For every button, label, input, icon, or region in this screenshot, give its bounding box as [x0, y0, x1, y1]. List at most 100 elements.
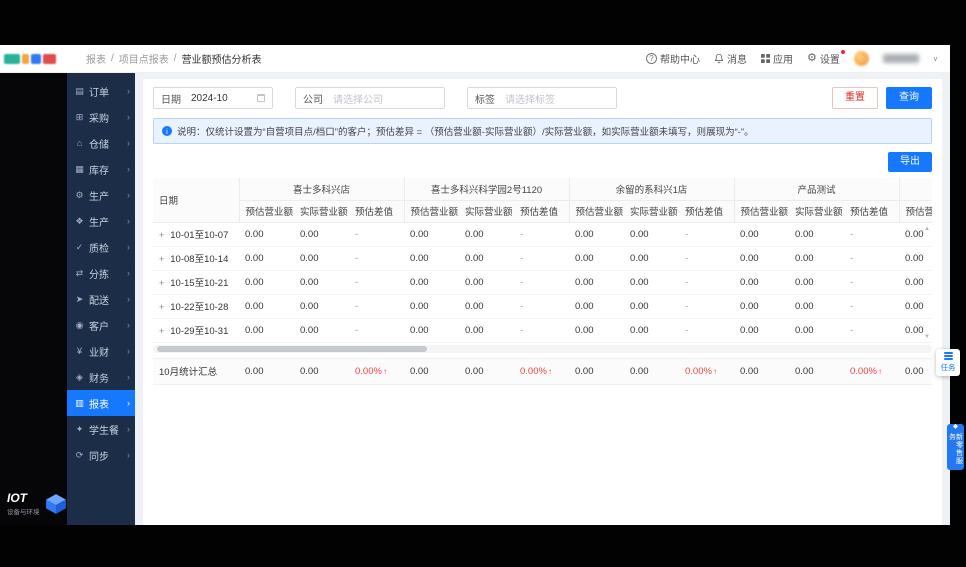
value-cell: 0.00: [734, 357, 789, 385]
settings-button[interactable]: ⚙ 设置: [807, 50, 845, 66]
date-filter-value: 2024-10: [191, 92, 228, 104]
horizontal-scrollbar[interactable]: [153, 344, 932, 353]
scroll-down-hint-icon[interactable]: ▼: [924, 334, 930, 340]
row-date-cell[interactable]: +10-29至10-31: [153, 318, 239, 343]
notice-banner: i 说明：仅统计设置为“自营项目点/档口”的客户；预估差异 = （预估营业额-实…: [153, 118, 932, 144]
sidebar-item-5[interactable]: ❖ 生产 ›: [67, 208, 135, 234]
value-cell: -: [844, 318, 900, 343]
date-filter-label: 日期: [161, 94, 181, 106]
orders-icon: ▤: [75, 85, 84, 96]
company-filter[interactable]: 公司 请选择公司: [295, 87, 445, 109]
company-filter-label: 公司: [303, 94, 323, 106]
value-cell: 0.00: [459, 246, 515, 271]
value-cell: -: [844, 294, 900, 319]
promo-fab-label: 新零售服务: [948, 432, 963, 465]
chevron-right-icon: ›: [127, 268, 130, 278]
value-cell: -: [514, 246, 570, 271]
value-cell: 0.00: [239, 270, 294, 295]
sub-column-header: 实际营业额: [624, 200, 680, 223]
sidebar-item-6[interactable]: ✓ 质检 ›: [67, 234, 135, 260]
main-area: IOT 设备与环境 ▤ 订单 › ⊞ 采购 › ⌂ 仓储 › ▦ 库存 › ⚙ 生产 › ❖ 生产 › ✓ 质检 › ⇄ 分…: [0, 73, 950, 525]
settings-label: 设置: [819, 55, 840, 66]
chevron-right-icon: ›: [127, 398, 130, 408]
value-cell: 0.00: [239, 246, 294, 271]
value-cell: 0.00: [789, 357, 844, 385]
export-button[interactable]: 导出: [888, 152, 932, 172]
iot-cube-icon: [45, 493, 67, 515]
row-date-cell[interactable]: +10-08至10-14: [153, 246, 239, 271]
iot-title: IOT: [7, 491, 27, 505]
chevron-right-icon: ›: [127, 346, 130, 356]
scrollbar-thumb[interactable]: [157, 345, 427, 352]
chevron-right-icon: ›: [127, 294, 130, 304]
value-cell: 0.00: [404, 246, 460, 271]
chevron-right-icon: ›: [127, 164, 130, 174]
value-cell: 0.00: [459, 270, 515, 295]
value-cell: 0.00: [569, 222, 625, 247]
expand-icon[interactable]: +: [159, 230, 164, 240]
expand-icon[interactable]: +: [159, 254, 164, 264]
sidebar-item-10[interactable]: ¥ 业财 ›: [67, 338, 135, 364]
apps-button[interactable]: 应用: [761, 51, 793, 66]
sub-column-header: 预估差值: [514, 200, 570, 223]
row-date-cell[interactable]: +10-15至10-21: [153, 270, 239, 295]
sidebar-item-3[interactable]: ▦ 库存 ›: [67, 156, 135, 182]
value-cell: -: [514, 318, 570, 343]
breadcrumb-item[interactable]: 项目点报表: [119, 51, 169, 66]
value-cell: 0.00: [404, 294, 460, 319]
row-date-cell[interactable]: +10-01至10-07: [153, 222, 239, 247]
value-cell: 0.00: [404, 222, 460, 247]
expand-icon[interactable]: +: [159, 326, 164, 336]
task-fab-button[interactable]: 任务: [936, 349, 960, 376]
chevron-right-icon: ›: [127, 112, 130, 122]
sidebar-item-0[interactable]: ▤ 订单 ›: [67, 78, 135, 104]
sidebar-item-9[interactable]: ◉ 客户 ›: [67, 312, 135, 338]
row-date-cell[interactable]: +10-22至10-28: [153, 294, 239, 319]
sidebar-item-label: 财务: [89, 373, 109, 385]
avatar[interactable]: [853, 51, 869, 66]
tag-filter[interactable]: 标签 请选择标签: [467, 87, 617, 109]
sidebar-item-label: 订单: [89, 87, 109, 99]
value-cell: -: [349, 294, 405, 319]
sidebar-item-8[interactable]: ➤ 配送 ›: [67, 286, 135, 312]
report-table: 日期 喜士多科兴店 喜士多科兴科学园2号1120 余留的系科兴1店 产品测试 预估营业额实…: [153, 178, 932, 385]
value-cell: -: [679, 318, 735, 343]
breadcrumb-item[interactable]: 报表: [86, 51, 106, 66]
scroll-up-hint-icon[interactable]: ▲: [924, 226, 930, 232]
promo-fab-button[interactable]: ◆ 新零售服务: [947, 423, 964, 470]
up-arrow-icon: ↑: [712, 366, 717, 376]
value-cell: 0.00: [459, 357, 514, 385]
sidebar-item-1[interactable]: ⊞ 采购 ›: [67, 104, 135, 130]
value-cell: 0.00: [624, 318, 680, 343]
diff-percent-cell: 0.00%↑: [844, 357, 899, 385]
reports-icon: ▥: [75, 397, 84, 408]
sidebar-item-label: 报表: [89, 399, 109, 411]
value-cell: 0.00: [239, 294, 294, 319]
summary-table: 10月统计汇总 0.00 0.00 0.00%↑ 0.00 0.00 0.00%↑ 0.00 0…: [153, 357, 932, 385]
sidebar-item-13[interactable]: ✦ 学生餐 ›: [67, 416, 135, 442]
apps-grid-icon: [761, 54, 770, 63]
sidebar-item-7[interactable]: ⇄ 分拣 ›: [67, 260, 135, 286]
filter-actions: 重置 查询: [832, 87, 932, 109]
chevron-down-icon[interactable]: ∨: [933, 55, 938, 63]
value-cell: 0.00: [569, 318, 625, 343]
messages-button[interactable]: 消息: [714, 51, 747, 66]
sidebar-item-12[interactable]: ▥ 报表 ›: [67, 390, 135, 416]
expand-icon[interactable]: +: [159, 278, 164, 288]
value-cell: -: [844, 246, 900, 271]
value-cell: 0.00: [734, 246, 790, 271]
sidebar-item-label: 同步: [89, 451, 109, 463]
value-cell: 0.00: [789, 318, 845, 343]
expand-icon[interactable]: +: [159, 302, 164, 312]
sidebar-item-11[interactable]: ◈ 财务 ›: [67, 364, 135, 390]
search-button[interactable]: 查询: [886, 87, 932, 109]
sidebar-item-4[interactable]: ⚙ 生产 ›: [67, 182, 135, 208]
reset-button[interactable]: 重置: [832, 87, 878, 109]
help-center-button[interactable]: ? 帮助中心: [646, 51, 700, 66]
export-row: 导出: [153, 152, 932, 172]
tag-filter-placeholder: 请选择标签: [505, 94, 555, 106]
sidebar-item-2[interactable]: ⌂ 仓储 ›: [67, 130, 135, 156]
date-filter[interactable]: 日期 2024-10: [153, 87, 273, 109]
value-cell: 0.00: [459, 318, 515, 343]
sidebar-item-14[interactable]: ⟳ 同步 ›: [67, 442, 135, 468]
